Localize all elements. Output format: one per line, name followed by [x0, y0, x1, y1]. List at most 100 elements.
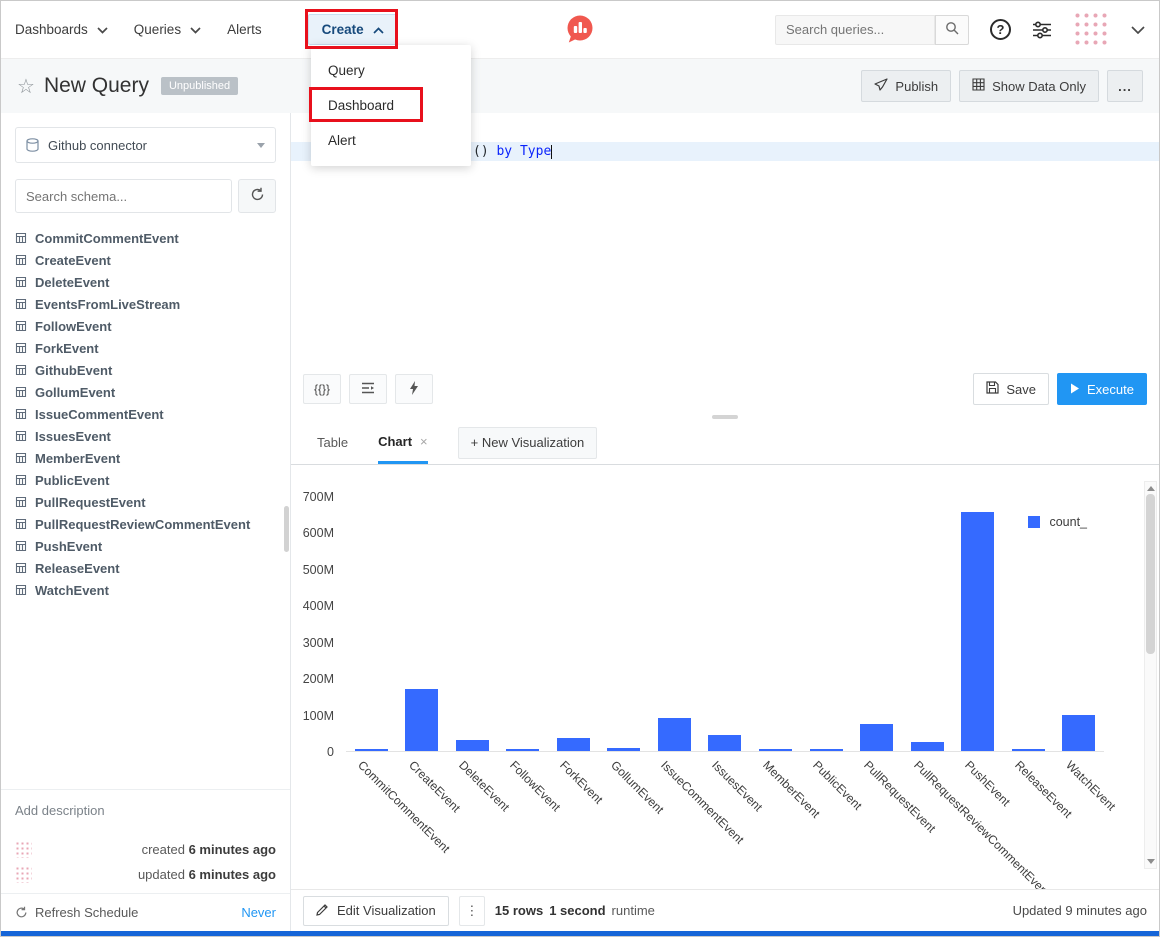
schema-table-row[interactable]: CreateEvent [1, 249, 290, 271]
favorite-star-icon[interactable]: ☆ [17, 74, 35, 99]
table-icon [15, 474, 27, 486]
schema-table-row[interactable]: EventsFromLiveStream [1, 293, 290, 315]
table-icon [15, 320, 27, 332]
bar[interactable] [456, 740, 489, 751]
bar[interactable] [911, 742, 944, 751]
show-data-only-button[interactable]: Show Data Only [959, 70, 1099, 102]
bar[interactable] [708, 735, 741, 751]
schema-table-row[interactable]: GollumEvent [1, 381, 290, 403]
row-count: 15 rows [495, 903, 543, 918]
bar[interactable] [405, 689, 438, 751]
table-icon [15, 342, 27, 354]
create-menu: QueryDashboardAlert [311, 45, 471, 166]
y-tick-label: 500M [303, 563, 334, 577]
chevron-down-icon[interactable] [1131, 26, 1145, 34]
vertical-scrollbar[interactable] [1144, 481, 1157, 869]
bar[interactable] [961, 512, 994, 751]
created-text: created 6 minutes ago [142, 842, 276, 857]
description-field[interactable]: Add description [1, 789, 290, 831]
execute-button[interactable]: Execute [1057, 373, 1147, 405]
bar-column [498, 497, 549, 751]
schema-table-name: CreateEvent [35, 253, 111, 268]
schema-table-name: WatchEvent [35, 583, 109, 598]
schema-table-row[interactable]: ForkEvent [1, 337, 290, 359]
schema-table-name: PullRequestReviewCommentEvent [35, 517, 250, 532]
bar-column [649, 497, 700, 751]
menu-item-dashboard[interactable]: Dashboard [311, 88, 471, 123]
runtime-label: runtime [612, 903, 655, 918]
schema-table-row[interactable]: PullRequestReviewCommentEvent [1, 513, 290, 535]
editor-splitter[interactable] [291, 412, 1159, 421]
nav-dashboards[interactable]: Dashboards [15, 22, 108, 37]
search-queries-input[interactable] [775, 15, 935, 45]
updated-value: 6 minutes ago [189, 867, 276, 882]
scroll-up-icon[interactable] [1147, 486, 1155, 491]
close-icon[interactable]: × [420, 434, 428, 449]
bar[interactable] [607, 748, 640, 751]
chevron-up-icon [373, 22, 384, 37]
schema-table-row[interactable]: CommitCommentEvent [1, 227, 290, 249]
schema-table-row[interactable]: IssueCommentEvent [1, 403, 290, 425]
redash-logo[interactable] [565, 14, 595, 49]
schema-table-row[interactable]: FollowEvent [1, 315, 290, 337]
scrollbar-thumb[interactable] [1146, 494, 1155, 654]
schema-table-row[interactable]: PullRequestEvent [1, 491, 290, 513]
add-parameter-button[interactable]: {{}} [303, 374, 341, 404]
schema-table-row[interactable]: ReleaseEvent [1, 557, 290, 579]
edit-visualization-button[interactable]: Edit Visualization [303, 896, 449, 926]
format-query-button[interactable] [349, 374, 387, 404]
refresh-schedule-value[interactable]: Never [241, 905, 276, 920]
bar[interactable] [1012, 749, 1045, 751]
publish-label: Publish [895, 79, 938, 94]
tab-table[interactable]: Table [317, 421, 348, 464]
search-button[interactable] [935, 15, 969, 45]
publish-button[interactable]: Publish [861, 70, 951, 102]
bar[interactable] [355, 749, 388, 751]
bar-column [700, 497, 751, 751]
nav-queries[interactable]: Queries [134, 22, 201, 37]
create-button[interactable]: Create [308, 14, 398, 45]
schema-table-row[interactable]: WatchEvent [1, 579, 290, 601]
schema-table-row[interactable]: GithubEvent [1, 359, 290, 381]
new-visualization-button[interactable]: + New Visualization [458, 427, 598, 459]
schema-table-row[interactable]: MemberEvent [1, 447, 290, 469]
bottom-edge-strip [1, 931, 1159, 936]
schema-table-row[interactable]: PublicEvent [1, 469, 290, 491]
bar[interactable] [810, 749, 843, 751]
menu-item-alert[interactable]: Alert [311, 123, 471, 158]
bar[interactable] [557, 738, 590, 751]
settings-sliders-icon[interactable] [1032, 21, 1052, 39]
schema-scrollbar[interactable] [284, 506, 289, 552]
nav-alerts[interactable]: Alerts [227, 22, 262, 37]
schema-table-name: GollumEvent [35, 385, 115, 400]
chart-legend[interactable]: count_ [1028, 515, 1087, 529]
bar[interactable] [658, 718, 691, 751]
tab-chart[interactable]: Chart × [378, 421, 428, 464]
table-icon [15, 518, 27, 530]
bar-column [952, 497, 1003, 751]
schema-refresh-button[interactable] [238, 179, 276, 213]
bar-column [447, 497, 498, 751]
datasource-select[interactable]: Github connector [15, 127, 276, 163]
y-tick-label: 300M [303, 636, 334, 650]
runtime-value: 1 second [549, 903, 605, 918]
kebab-menu-button[interactable]: ⋮ [459, 896, 485, 926]
created-row: created 6 minutes ago [15, 841, 276, 858]
schema-search-input[interactable] [15, 179, 232, 213]
menu-item-query[interactable]: Query [311, 53, 471, 88]
bar[interactable] [759, 749, 792, 751]
schema-table-row[interactable]: PushEvent [1, 535, 290, 557]
table-icon [15, 276, 27, 288]
table-icon [15, 254, 27, 266]
scroll-down-icon[interactable] [1147, 859, 1155, 864]
autocomplete-toggle-button[interactable] [395, 374, 433, 404]
schema-table-row[interactable]: DeleteEvent [1, 271, 290, 293]
bar[interactable] [506, 749, 539, 751]
schema-table-row[interactable]: IssuesEvent [1, 425, 290, 447]
bar[interactable] [1062, 715, 1095, 751]
help-icon[interactable]: ? [990, 19, 1011, 40]
save-button[interactable]: Save [973, 373, 1049, 405]
more-actions-button[interactable]: ... [1107, 70, 1143, 102]
bar[interactable] [860, 724, 893, 751]
user-avatar[interactable] [1073, 11, 1110, 48]
